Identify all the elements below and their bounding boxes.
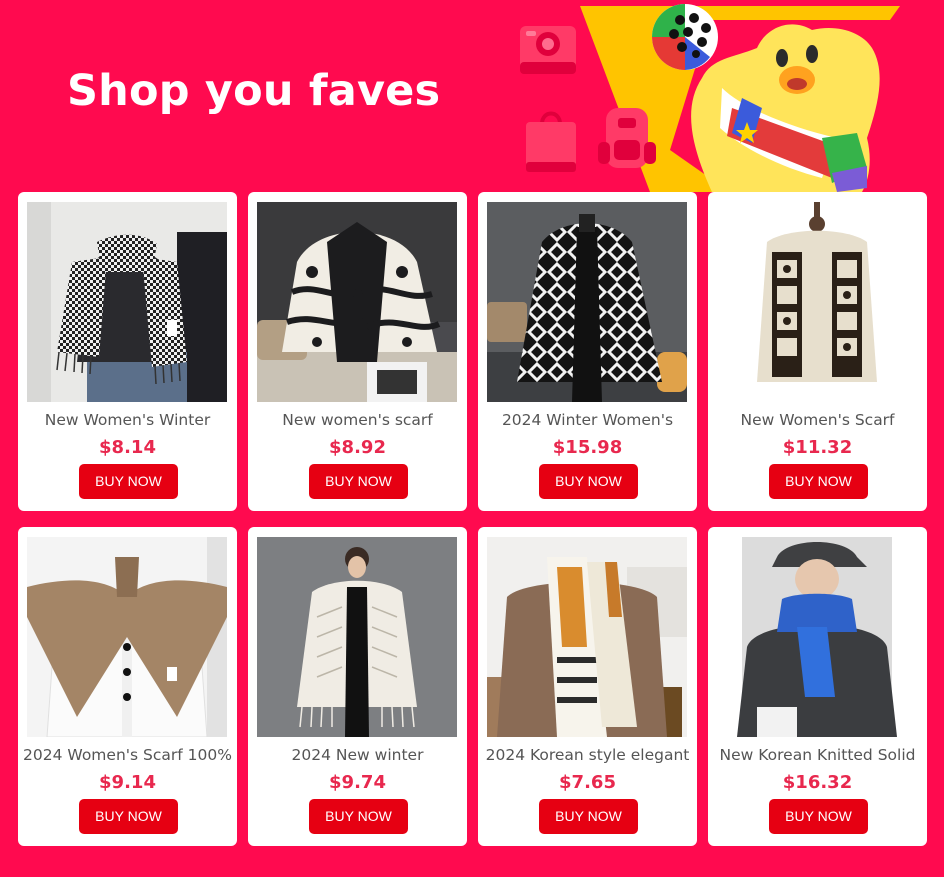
product-card[interactable]: New women's scarf $8.92 BUY NOW — [248, 192, 467, 511]
product-card[interactable]: 2024 Korean style elegant $7.65 BUY NOW — [478, 527, 697, 846]
product-image[interactable] — [27, 202, 227, 402]
buy-now-button[interactable]: BUY NOW — [539, 464, 638, 499]
soccer-ball — [652, 4, 718, 70]
product-name[interactable]: 2024 Korean style elegant — [482, 746, 693, 764]
backpack-icon — [598, 108, 656, 168]
product-card[interactable]: New Women's Winter $8.14 BUY NOW — [18, 192, 237, 511]
product-price: $7.65 — [559, 772, 616, 793]
promo-banner: Shop you faves — [0, 0, 944, 192]
buy-now-button[interactable]: BUY NOW — [309, 799, 408, 834]
product-price: $8.92 — [329, 437, 386, 458]
product-card[interactable]: 2024 Women's Scarf 100% $9.14 BUY NOW — [18, 527, 237, 846]
product-image[interactable] — [257, 202, 457, 402]
buy-now-button[interactable]: BUY NOW — [79, 464, 178, 499]
product-price: $15.98 — [552, 437, 623, 458]
product-name[interactable]: New Korean Knitted Solid — [712, 746, 923, 764]
buy-now-button[interactable]: BUY NOW — [539, 799, 638, 834]
buy-now-button[interactable]: BUY NOW — [309, 464, 408, 499]
product-name[interactable]: New Women's Scarf — [712, 411, 923, 429]
banner-title: Shop you faves — [67, 66, 441, 116]
product-image[interactable] — [717, 537, 917, 737]
camera-icon — [520, 26, 576, 74]
product-grid: New Women's Winter $8.14 BUY NOW New wom… — [18, 192, 927, 846]
product-image[interactable] — [487, 202, 687, 402]
product-price: $11.32 — [782, 437, 853, 458]
product-name[interactable]: 2024 Women's Scarf 100% — [22, 746, 233, 764]
product-card[interactable]: 2024 Winter Women's $15.98 BUY NOW — [478, 192, 697, 511]
product-image[interactable] — [257, 537, 457, 737]
buy-now-button[interactable]: BUY NOW — [769, 799, 868, 834]
buy-now-button[interactable]: BUY NOW — [79, 799, 178, 834]
product-image[interactable] — [717, 202, 917, 402]
product-card[interactable]: New Women's Scarf $11.32 BUY NOW — [708, 192, 927, 511]
product-image[interactable] — [27, 537, 227, 737]
product-name[interactable]: 2024 Winter Women's — [482, 411, 693, 429]
product-price: $9.14 — [99, 772, 156, 793]
product-name[interactable]: 2024 New winter — [252, 746, 463, 764]
product-image[interactable] — [487, 537, 687, 737]
product-price: $16.32 — [782, 772, 853, 793]
product-name[interactable]: New women's scarf — [252, 411, 463, 429]
buy-now-button[interactable]: BUY NOW — [769, 464, 868, 499]
product-price: $9.74 — [329, 772, 386, 793]
product-card[interactable]: New Korean Knitted Solid $16.32 BUY NOW — [708, 527, 927, 846]
product-card[interactable]: 2024 New winter $9.74 BUY NOW — [248, 527, 467, 846]
product-price: $8.14 — [99, 437, 156, 458]
shopping-bag-icon — [526, 111, 576, 172]
product-name[interactable]: New Women's Winter — [22, 411, 233, 429]
